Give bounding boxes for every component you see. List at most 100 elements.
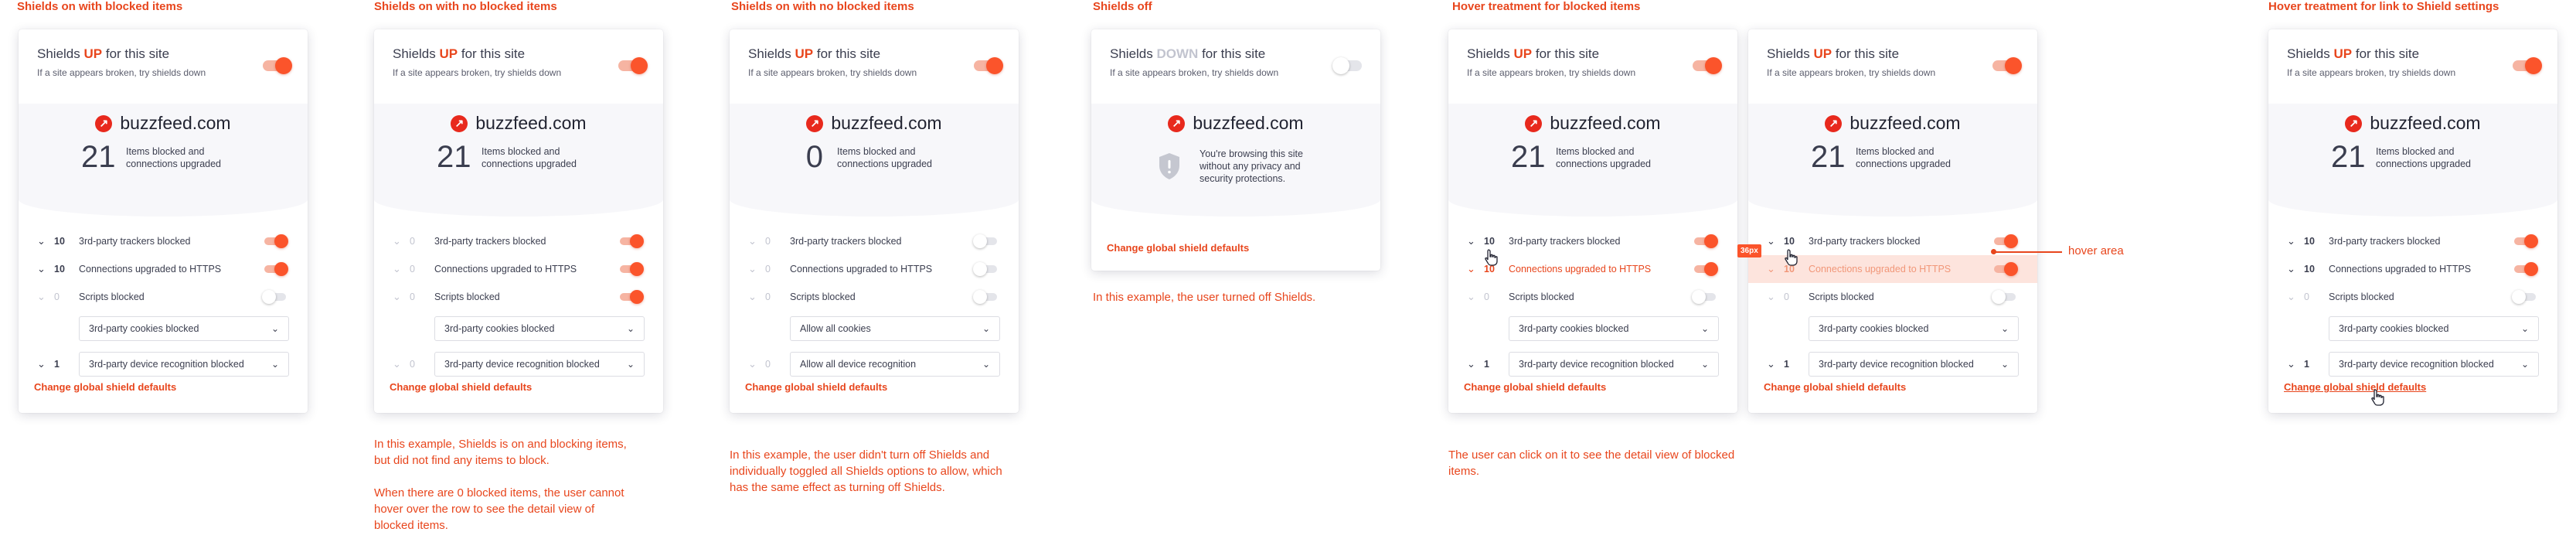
shields-panel-hover-row: Shields UP for this site If a site appea… [1448, 29, 1737, 413]
https-toggle[interactable] [264, 262, 288, 276]
scripts-toggle[interactable] [973, 290, 997, 304]
global-defaults-link[interactable]: Change global shield defaults [745, 381, 887, 393]
shields-toggle[interactable] [1332, 57, 1362, 74]
trackers-toggle[interactable] [973, 234, 997, 248]
cookies-select[interactable]: 3rd-party cookies blocked ⌄ [434, 316, 645, 341]
row-scripts: ⌄ 0 Scripts blocked [393, 283, 645, 311]
panel-title: Shields UP for this site [37, 46, 170, 61]
row-trackers[interactable]: ⌄ 10 3rd-party trackers blocked [1467, 227, 1719, 255]
trackers-toggle[interactable] [620, 234, 644, 248]
chevron-down-icon[interactable]: ⌄ [2287, 358, 2299, 370]
shields-toggle[interactable] [618, 57, 648, 74]
https-toggle[interactable] [973, 262, 997, 276]
chevron-down-icon[interactable]: ⌄ [1767, 263, 1779, 275]
cookies-row: Allow all cookies ⌄ [748, 311, 1000, 346]
chevron-down-icon: ⌄ [748, 358, 757, 370]
trackers-toggle[interactable] [264, 234, 288, 248]
cookies-select[interactable]: 3rd-party cookies blocked ⌄ [1809, 316, 2019, 341]
https-count: 0 [765, 264, 771, 274]
row-label: 3rd-party trackers blocked [790, 236, 902, 247]
chevron-down-icon[interactable]: ⌄ [1467, 235, 1479, 247]
chevron-down-icon: ⌄ [2000, 359, 2009, 370]
scripts-toggle[interactable] [620, 290, 644, 304]
shields-toggle[interactable] [263, 57, 292, 74]
https-count: 10 [54, 264, 65, 274]
chevron-down-icon[interactable]: ⌄ [37, 235, 49, 247]
chevron-down-icon: ⌄ [37, 291, 46, 302]
shields-toggle[interactable] [1992, 57, 2022, 74]
chevron-down-icon: ⌄ [1767, 291, 1775, 302]
device-select[interactable]: 3rd-party device recognition blocked ⌄ [434, 352, 645, 377]
cookies-select[interactable]: Allow all cookies ⌄ [790, 316, 1000, 341]
cookies-select[interactable]: 3rd-party cookies blocked ⌄ [1509, 316, 1719, 341]
scripts-toggle[interactable] [1692, 290, 1716, 304]
row-trackers[interactable]: ⌄ 10 3rd-party trackers blocked [37, 227, 289, 255]
https-toggle[interactable] [2514, 262, 2538, 276]
scripts-toggle[interactable] [262, 290, 286, 304]
panel-title: Shields UP for this site [1767, 46, 1900, 61]
panel-header: Shields UP for this site If a site appea… [1448, 29, 1737, 104]
global-defaults-link-hovered[interactable]: Change global shield defaults [2284, 381, 2426, 393]
row-trackers[interactable]: ⌄ 10 3rd-party trackers blocked [1767, 227, 2019, 255]
trackers-toggle[interactable] [1994, 234, 2018, 248]
shields-toggle[interactable] [2513, 57, 2542, 74]
panel-title: Shields UP for this site [2287, 46, 2420, 61]
scripts-toggle[interactable] [1992, 290, 2016, 304]
blocked-count-label: Items blocked and connections upgraded [837, 145, 933, 169]
row-https[interactable]: ⌄ 10 Connections upgraded to HTTPS [37, 255, 289, 283]
device-select[interactable]: 3rd-party device recognition blocked ⌄ [2329, 352, 2539, 377]
chevron-down-icon[interactable]: ⌄ [2287, 263, 2299, 275]
global-defaults-link[interactable]: Change global shield defaults [1764, 381, 1906, 393]
site-favicon-icon: ↗ [1525, 114, 1543, 132]
device-select[interactable]: 3rd-party device recognition blocked ⌄ [1809, 352, 2019, 377]
panel-title: Shields UP for this site [393, 46, 526, 61]
https-count: 10 [2304, 264, 2315, 274]
blocked-count-label: Items blocked and connections upgraded [1856, 145, 1952, 169]
chevron-down-icon[interactable]: ⌄ [37, 263, 49, 275]
caption-panel2: In this example, Shields is on and block… [374, 436, 637, 534]
device-row: ⌄ 0 3rd-party device recognition blocked ⌄ [393, 346, 645, 382]
blocked-count: 21 [81, 140, 116, 174]
shields-panel-none: Shields UP for this site If a site appea… [374, 29, 663, 413]
global-defaults-link[interactable]: Change global shield defaults [390, 381, 532, 393]
shields-toggle[interactable] [1693, 57, 1722, 74]
chevron-down-icon: ⌄ [748, 291, 757, 302]
device-select[interactable]: 3rd-party device recognition blocked ⌄ [1509, 352, 1719, 377]
panel-header: Shields UP for this site If a site appea… [19, 29, 308, 104]
global-defaults-link[interactable]: Change global shield defaults [34, 381, 176, 393]
trackers-toggle[interactable] [2514, 234, 2538, 248]
trackers-count: 10 [2304, 236, 2315, 247]
scripts-toggle[interactable] [2512, 290, 2536, 304]
https-toggle[interactable] [1994, 262, 2018, 276]
device-select[interactable]: Allow all device recognition ⌄ [790, 352, 1000, 377]
chevron-down-icon[interactable]: ⌄ [2287, 235, 2299, 247]
row-trackers[interactable]: ⌄ 10 3rd-party trackers blocked [2287, 227, 2539, 255]
row-scripts: ⌄ 0 Scripts blocked [37, 283, 289, 311]
row-https[interactable]: ⌄ 10 Connections upgraded to HTTPS [2287, 255, 2539, 283]
chevron-down-icon: ⌄ [271, 323, 279, 334]
cookies-select[interactable]: 3rd-party cookies blocked ⌄ [2329, 316, 2539, 341]
trackers-toggle[interactable] [1694, 234, 1718, 248]
chevron-down-icon[interactable]: ⌄ [1767, 235, 1779, 247]
https-toggle[interactable] [1694, 262, 1718, 276]
device-select[interactable]: 3rd-party device recognition blocked ⌄ [79, 352, 289, 377]
global-defaults-link[interactable]: Change global shield defaults [1107, 242, 1249, 254]
panel-header: Shields UP for this site If a site appea… [730, 29, 1019, 104]
chevron-down-icon[interactable]: ⌄ [1467, 263, 1479, 275]
chevron-down-icon[interactable]: ⌄ [1767, 358, 1779, 370]
cookies-select[interactable]: 3rd-party cookies blocked ⌄ [79, 316, 289, 341]
row-label: 3rd-party trackers blocked [1509, 236, 1621, 247]
shields-toggle[interactable] [974, 57, 1003, 74]
chevron-down-icon[interactable]: ⌄ [1467, 358, 1479, 370]
hover-area-label: hover area [2068, 244, 2124, 257]
scripts-count: 0 [1484, 292, 1489, 302]
toggle-knob [275, 57, 292, 74]
heading-shields-on-blocked: Shields on with blocked items [17, 0, 183, 13]
global-defaults-link[interactable]: Change global shield defaults [1464, 381, 1606, 393]
shield-off-icon [1159, 153, 1179, 179]
scripts-count: 0 [410, 292, 415, 302]
chevron-down-icon[interactable]: ⌄ [37, 358, 49, 370]
shields-panel-blocked: Shields UP for this site If a site appea… [19, 29, 308, 413]
https-toggle[interactable] [620, 262, 644, 276]
row-https-hovered[interactable]: ⌄ 10 Connections upgraded to HTTPS [1467, 255, 1719, 283]
